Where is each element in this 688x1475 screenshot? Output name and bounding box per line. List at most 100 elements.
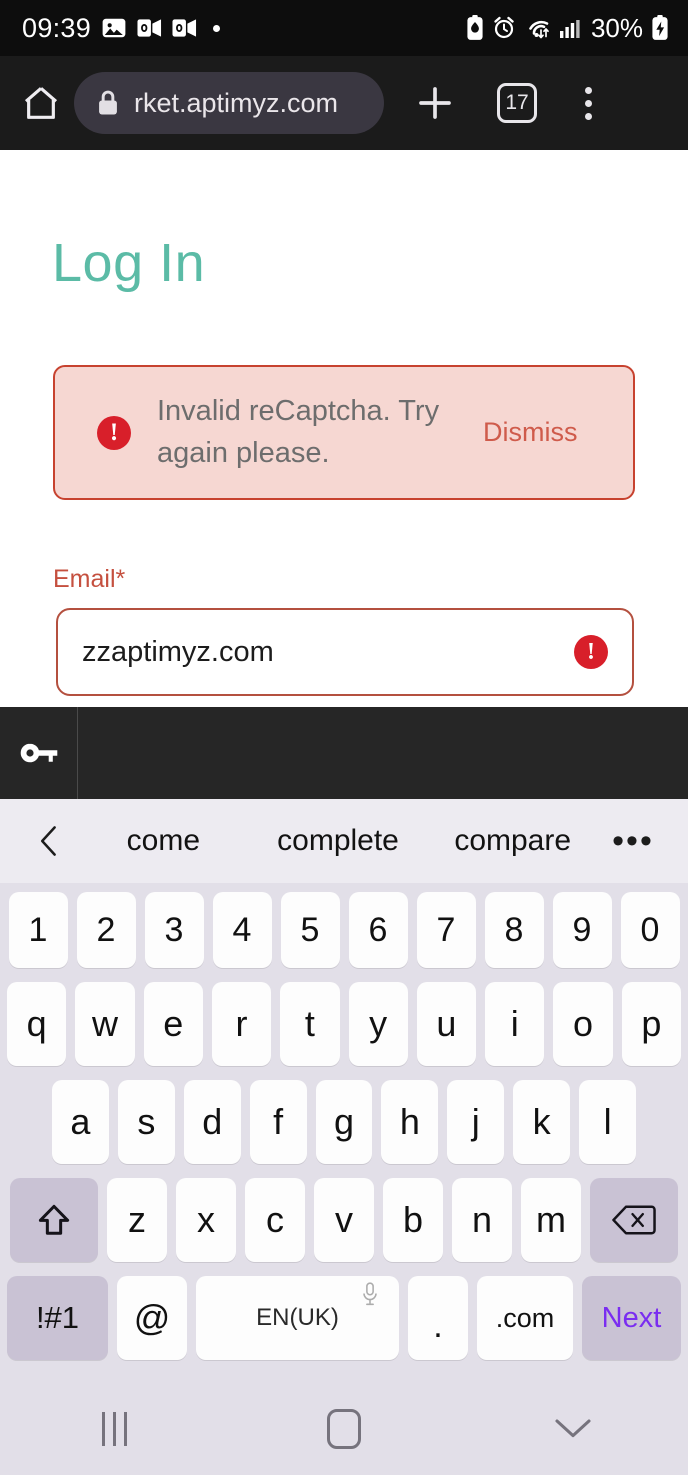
key-a[interactable]: a [52,1080,109,1164]
key-e[interactable]: e [143,982,203,1066]
key-n[interactable]: n [452,1178,512,1262]
lock-icon [96,89,120,117]
suggestion-item[interactable]: complete [251,824,426,858]
next-key[interactable]: Next [582,1276,681,1360]
key-7[interactable]: 7 [416,892,476,968]
status-bar-right: 30% [465,13,670,44]
key-o[interactable]: o [553,982,613,1066]
key-g[interactable]: g [315,1080,373,1164]
system-navigation-bar [0,1383,688,1475]
key-f[interactable]: f [249,1080,307,1164]
photo-icon [101,15,127,41]
space-key-label: EN(UK) [256,1304,339,1331]
key-v[interactable]: v [314,1178,374,1262]
key-b[interactable]: b [383,1178,443,1262]
recents-button[interactable] [0,1412,229,1446]
key-l[interactable]: l [579,1080,637,1164]
keyboard-row-a: a s d f g h j k l [0,1076,688,1168]
symbols-key[interactable]: !#1 [7,1276,108,1360]
password-manager-button[interactable] [0,707,78,799]
key-5[interactable]: 5 [280,892,340,968]
dot-indicator-icon [213,24,221,32]
key-r[interactable]: r [211,982,272,1066]
key-j[interactable]: j [447,1080,505,1164]
backspace-icon [612,1203,656,1237]
email-input[interactable]: zzaptimyz.com ! [56,608,634,696]
battery-percent: 30% [590,12,643,43]
home-button[interactable] [14,76,68,130]
suggestion-back-button[interactable] [22,824,76,858]
email-error-icon: ! [574,635,608,669]
chevron-left-icon [36,824,62,858]
key-9[interactable]: 9 [552,892,612,968]
shift-key[interactable] [10,1178,98,1262]
new-tab-button[interactable] [404,72,466,134]
key-w[interactable]: w [75,982,135,1066]
home-button-nav[interactable] [229,1409,458,1449]
key-x[interactable]: x [176,1178,236,1262]
overflow-menu-button[interactable] [562,72,614,134]
alarm-icon [492,16,516,40]
phone-screen: 09:39 30% rket.aptimyz.com 17 Log In ! I… [0,0,688,1475]
recents-icon [102,1412,128,1446]
browser-toolbar: rket.aptimyz.com 17 [0,56,688,150]
keyboard-row-z: z x c v b n m [0,1174,688,1266]
status-bar-left: 09:39 [22,12,221,44]
suggestion-item[interactable]: come [76,824,251,858]
wifi-icon [523,16,551,40]
key-d[interactable]: d [183,1080,241,1164]
key-s[interactable]: s [117,1080,175,1164]
period-key[interactable]: . [408,1276,468,1360]
space-key[interactable]: EN(UK) [196,1276,399,1360]
plus-icon [414,82,456,124]
microphone-icon[interactable] [361,1282,379,1313]
outlook-icon [137,17,162,39]
key-8[interactable]: 8 [484,892,544,968]
key-q[interactable]: q [7,982,67,1066]
key-2[interactable]: 2 [76,892,136,968]
dotcom-key[interactable]: .com [477,1276,573,1360]
suggestion-item[interactable]: compare [425,824,600,858]
key-p[interactable]: p [621,982,681,1066]
key-y[interactable]: y [348,982,408,1066]
key-icon [17,738,61,768]
tab-count: 17 [497,83,537,123]
alert-message: Invalid reCaptcha. Try again please. [157,395,440,469]
chevron-down-icon [553,1416,593,1442]
key-1[interactable]: 1 [8,892,68,968]
outlook-icon [172,17,197,39]
key-c[interactable]: c [245,1178,305,1262]
key-4[interactable]: 4 [212,892,272,968]
key-u[interactable]: u [416,982,477,1066]
key-3[interactable]: 3 [144,892,204,968]
key-0[interactable]: 0 [620,892,680,968]
overflow-menu-icon [584,86,592,94]
home-square-icon [326,1409,361,1449]
dismiss-button[interactable]: Dismiss [483,417,578,448]
email-value: zzaptimyz.com [82,635,274,668]
home-icon [21,83,61,123]
hide-keyboard-button[interactable] [459,1416,688,1442]
autofill-suggestions-area [78,707,688,799]
status-time: 09:39 [22,12,92,43]
key-i[interactable]: i [485,982,545,1066]
key-h[interactable]: h [381,1080,439,1164]
tab-switcher-button[interactable]: 17 [486,72,548,134]
keyboard-row-bottom: !#1 @ EN(UK) . .com Next [0,1272,688,1364]
suggestion-more-button[interactable]: ••• [600,823,666,858]
key-t[interactable]: t [280,982,340,1066]
backspace-key[interactable] [590,1178,678,1262]
status-bar: 09:39 30% [0,0,688,56]
email-label: Email* [53,565,126,593]
key-6[interactable]: 6 [348,892,408,968]
key-z[interactable]: z [107,1178,167,1262]
url-bar[interactable]: rket.aptimyz.com [74,72,384,134]
key-m[interactable]: m [521,1178,581,1262]
suggestion-bar: come complete compare ••• [0,799,688,883]
key-k[interactable]: k [513,1080,571,1164]
error-icon: ! [97,415,131,450]
on-screen-keyboard: come complete compare ••• 1 2 3 4 5 6 7 … [0,799,688,1383]
autofill-bar [0,707,688,799]
page-title: Log In [52,233,206,293]
at-key[interactable]: @ [117,1276,187,1360]
